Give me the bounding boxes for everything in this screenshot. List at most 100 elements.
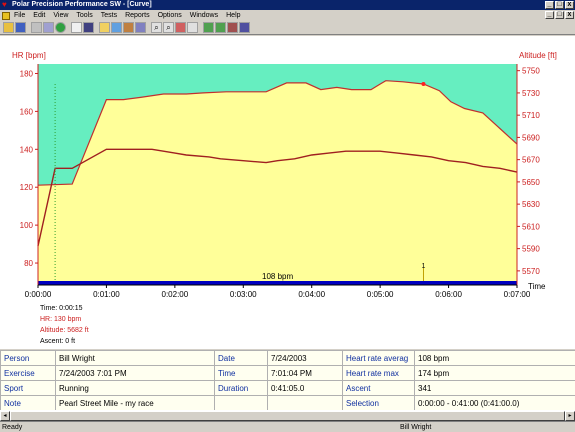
scroll-left-icon[interactable]: ◂ [0, 411, 10, 421]
details-value: 108 bpm [413, 350, 575, 366]
chart-icon[interactable] [111, 22, 122, 33]
details-value: 341 [413, 380, 575, 396]
details-label [214, 395, 268, 411]
right-axis-label: Altitude [ft] [519, 51, 557, 60]
database-icon[interactable] [83, 22, 94, 33]
save-icon[interactable] [15, 22, 26, 33]
menu-options[interactable]: Options [158, 12, 182, 19]
left-tick-label: 180 [20, 69, 34, 78]
graph-d-icon[interactable] [239, 22, 250, 33]
curve-icon[interactable] [187, 22, 198, 33]
right-tick-label: 5650 [522, 178, 540, 187]
right-tick-label: 5670 [522, 156, 540, 165]
graph-a-icon[interactable] [203, 22, 214, 33]
x-tick-label: 0:05:00 [367, 290, 394, 299]
zoom-icon[interactable]: ⌕ [151, 22, 162, 33]
bars-icon[interactable] [135, 22, 146, 33]
details-label: Time [214, 365, 268, 381]
details-label: Exercise [0, 365, 56, 381]
maximize-button[interactable]: □ [555, 1, 564, 9]
child-minimize-button[interactable]: _ [545, 11, 554, 19]
exercise-details-table: Person Bill Wright Date 7/24/2003 Heart rate… [0, 350, 575, 411]
window-title: Polar Precision Performance SW - [Curve] [12, 1, 152, 8]
menu-edit[interactable]: Edit [33, 12, 45, 19]
details-label: Heart rate averag [342, 350, 415, 366]
right-tick-label: 5610 [522, 222, 540, 231]
toolbar: ⌕ ⌕ [0, 21, 575, 35]
open-icon[interactable] [3, 22, 14, 33]
details-row: Person Bill Wright Date 7/24/2003 Heart rate… [0, 350, 575, 366]
details-value: Running [55, 380, 215, 396]
menu-windows[interactable]: Windows [190, 12, 218, 19]
graph-b-icon[interactable] [215, 22, 226, 33]
altitude-area [38, 80, 517, 282]
average-bar [38, 281, 517, 285]
menu-help[interactable]: Help [226, 12, 240, 19]
details-row: Note Pearl Street Mile - my race Selection… [0, 395, 575, 411]
document-icon[interactable] [2, 11, 10, 20]
export-icon[interactable] [43, 22, 54, 33]
right-tick-label: 5630 [522, 200, 540, 209]
close-button[interactable]: x [565, 1, 574, 9]
details-label: Ascent [342, 380, 415, 396]
scroll-right-icon[interactable]: ▸ [565, 411, 575, 421]
title-bar: ♥ Polar Precision Performance SW - [Curv… [0, 0, 575, 10]
left-tick-label: 140 [20, 145, 34, 154]
right-tick-label: 5570 [522, 267, 540, 276]
menu-file[interactable]: File [14, 12, 25, 19]
settings-icon[interactable] [175, 22, 186, 33]
child-close-button[interactable]: x [565, 11, 574, 19]
horizontal-scrollbar[interactable]: ◂ ▸ [0, 410, 575, 421]
details-label: Person [0, 350, 56, 366]
status-user: Bill Wright [400, 424, 432, 431]
graph-c-icon[interactable] [227, 22, 238, 33]
details-value: 0:41:05.0 [267, 380, 343, 396]
right-tick-label: 5710 [522, 111, 540, 120]
x-tick-label: 0:02:00 [162, 290, 189, 299]
cursor-info: Time: 0:00:15 [40, 305, 83, 312]
menu-view[interactable]: View [53, 12, 68, 19]
cursor-info: Altitude: 5682 ft [40, 327, 89, 334]
curve-chart-area: 1 108 bpm 180 160 140 120 100 80 5750 5730 5710 569… [0, 36, 575, 349]
details-label: Duration [214, 380, 268, 396]
details-value: 174 bpm [413, 365, 575, 381]
cursor-info: HR: 130 bpm [40, 316, 81, 323]
status-bar: Ready Bill Wright [0, 421, 575, 432]
minimize-button[interactable]: _ [545, 1, 554, 9]
calendar-icon[interactable] [71, 22, 82, 33]
folder-icon[interactable] [99, 22, 110, 33]
print-icon[interactable] [31, 22, 42, 33]
details-value: 7:01:04 PM [267, 365, 343, 381]
scroll-thumb[interactable] [10, 411, 565, 421]
details-value: 0:00:00 - 0:41:00 (0:41:00.0) [413, 395, 575, 411]
details-row: Sport Running Duration 0:41:05.0 Ascent 341 [0, 380, 575, 396]
x-tick-label: 0:07:00 [504, 290, 531, 299]
x-tick-label: 0:04:00 [298, 290, 325, 299]
globe-icon[interactable] [55, 22, 66, 33]
x-tick-label: 0:03:00 [230, 290, 257, 299]
curve-chart[interactable]: 1 108 bpm 180 160 140 120 100 80 5750 5730 5710 569… [0, 36, 575, 349]
left-axis-label: HR [bpm] [12, 51, 46, 60]
x-tick-label: 0:06:00 [435, 290, 462, 299]
menu-reports[interactable]: Reports [125, 12, 150, 19]
zoom-out-icon[interactable]: ⌕ [163, 22, 174, 33]
menu-tests[interactable]: Tests [101, 12, 117, 19]
details-value: Pearl Street Mile - my race [55, 395, 215, 411]
right-tick-label: 5730 [522, 89, 540, 98]
details-label: Date [214, 350, 268, 366]
menu-tools[interactable]: Tools [76, 12, 92, 19]
left-tick-label: 80 [24, 259, 33, 268]
compare-icon[interactable] [123, 22, 134, 33]
right-tick-label: 5690 [522, 133, 540, 142]
details-value: Bill Wright [55, 350, 215, 366]
heart-icon: ♥ [2, 0, 7, 9]
right-tick-label: 5590 [522, 245, 540, 254]
details-value: 7/24/2003 7:01 PM [55, 365, 215, 381]
average-label: 108 bpm [262, 272, 293, 281]
child-maximize-button[interactable]: □ [555, 11, 564, 19]
details-label: Selection [342, 395, 415, 411]
details-value [267, 395, 343, 411]
left-tick-label: 100 [20, 221, 34, 230]
right-tick-label: 5750 [522, 67, 540, 76]
x-tick-label: 0:00:00 [25, 290, 52, 299]
